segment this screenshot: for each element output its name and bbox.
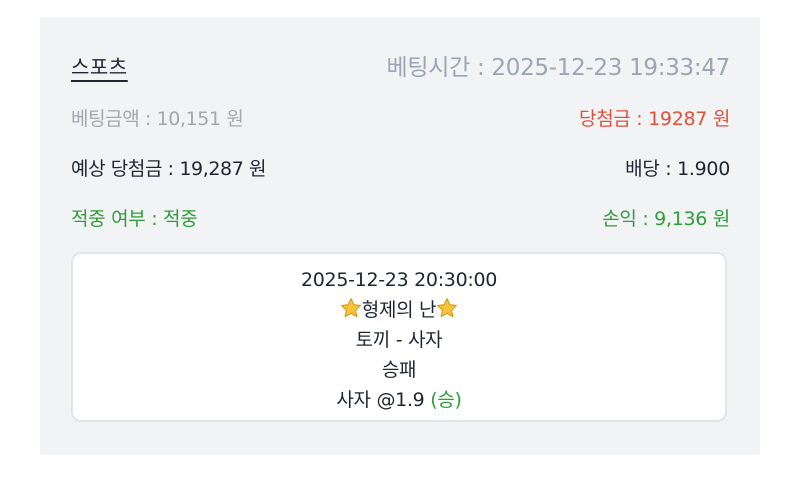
- expected-row: 예상 당첨금 : 19,287 원 배당 : 1.900: [71, 151, 730, 183]
- bet-time: 베팅시간 : 2025-12-23 19:33:47: [386, 55, 731, 81]
- market-type: 승패: [381, 359, 417, 381]
- match-time: 2025-12-23 20:30:00: [300, 269, 498, 291]
- odds-value: 배당 : 1.900: [625, 157, 730, 180]
- hit-status: 적중 여부 : 적중: [71, 207, 198, 230]
- league-name: 형제의 난: [361, 299, 437, 321]
- bet-amount: 베팅금액 : 10,151 원: [71, 107, 244, 130]
- result-row: 적중 여부 : 적중 손익 : 9,136 원: [71, 201, 730, 233]
- win-amount: 당첨금 : 19287 원: [579, 107, 730, 130]
- expected-win-amount: 예상 당첨금 : 19,287 원: [71, 157, 267, 180]
- pick-result: (승): [430, 389, 462, 411]
- bet-amount-row: 베팅금액 : 10,151 원 당첨금 : 19287 원: [71, 101, 730, 133]
- bet-history-card: 스포츠 베팅시간 : 2025-12-23 19:33:47 베팅금액 : 10…: [40, 17, 760, 455]
- star-icon: [437, 298, 458, 318]
- bet-category-link[interactable]: 스포츠: [71, 51, 128, 80]
- star-icon: [340, 298, 361, 318]
- profit-amount: 손익 : 9,136 원: [602, 207, 730, 230]
- pick-line: 사자 @1.9 (승): [336, 385, 462, 415]
- pick-selection: 사자 @1.9: [336, 389, 425, 411]
- match-teams: 토끼 - 사자: [355, 329, 443, 351]
- league-line: 형제의 난: [340, 295, 458, 325]
- bet-detail-box: 2025-12-23 20:30:00 형제의 난 토끼 - 사자 승패 사자 …: [71, 252, 727, 422]
- bet-header-row: 스포츠 베팅시간 : 2025-12-23 19:33:47: [71, 47, 730, 83]
